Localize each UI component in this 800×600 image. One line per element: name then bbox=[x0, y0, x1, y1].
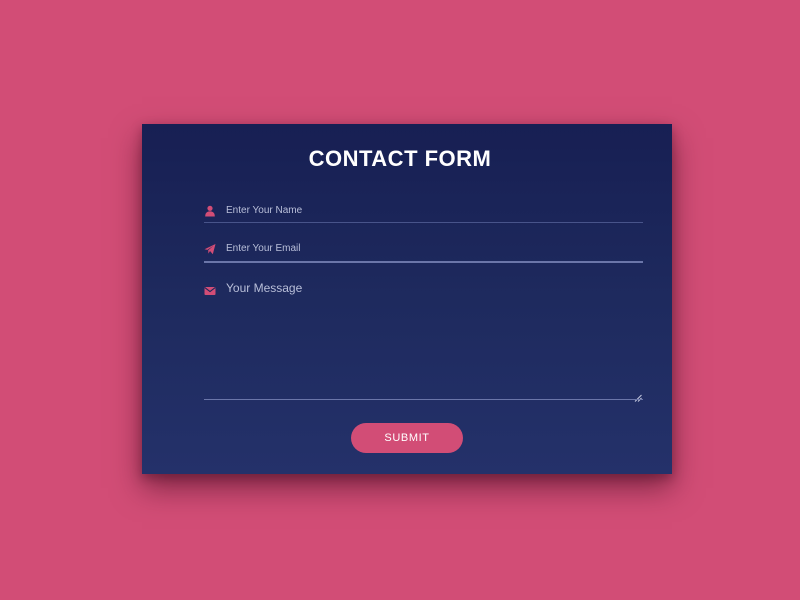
resize-grip-icon[interactable] bbox=[634, 389, 642, 402]
name-field-group bbox=[204, 200, 643, 224]
envelope-icon bbox=[204, 284, 216, 296]
email-input[interactable] bbox=[226, 240, 636, 256]
submit-button[interactable]: SUBMIT bbox=[351, 423, 463, 453]
email-underline bbox=[204, 261, 643, 263]
message-textarea[interactable] bbox=[226, 281, 638, 393]
user-icon bbox=[204, 204, 216, 217]
paper-plane-icon bbox=[204, 242, 216, 255]
name-underline bbox=[204, 222, 643, 223]
name-input[interactable] bbox=[226, 202, 636, 218]
message-underline bbox=[204, 399, 643, 400]
message-field-group bbox=[204, 280, 643, 402]
form-title: CONTACT FORM bbox=[308, 146, 492, 171]
email-field-group bbox=[204, 239, 643, 263]
